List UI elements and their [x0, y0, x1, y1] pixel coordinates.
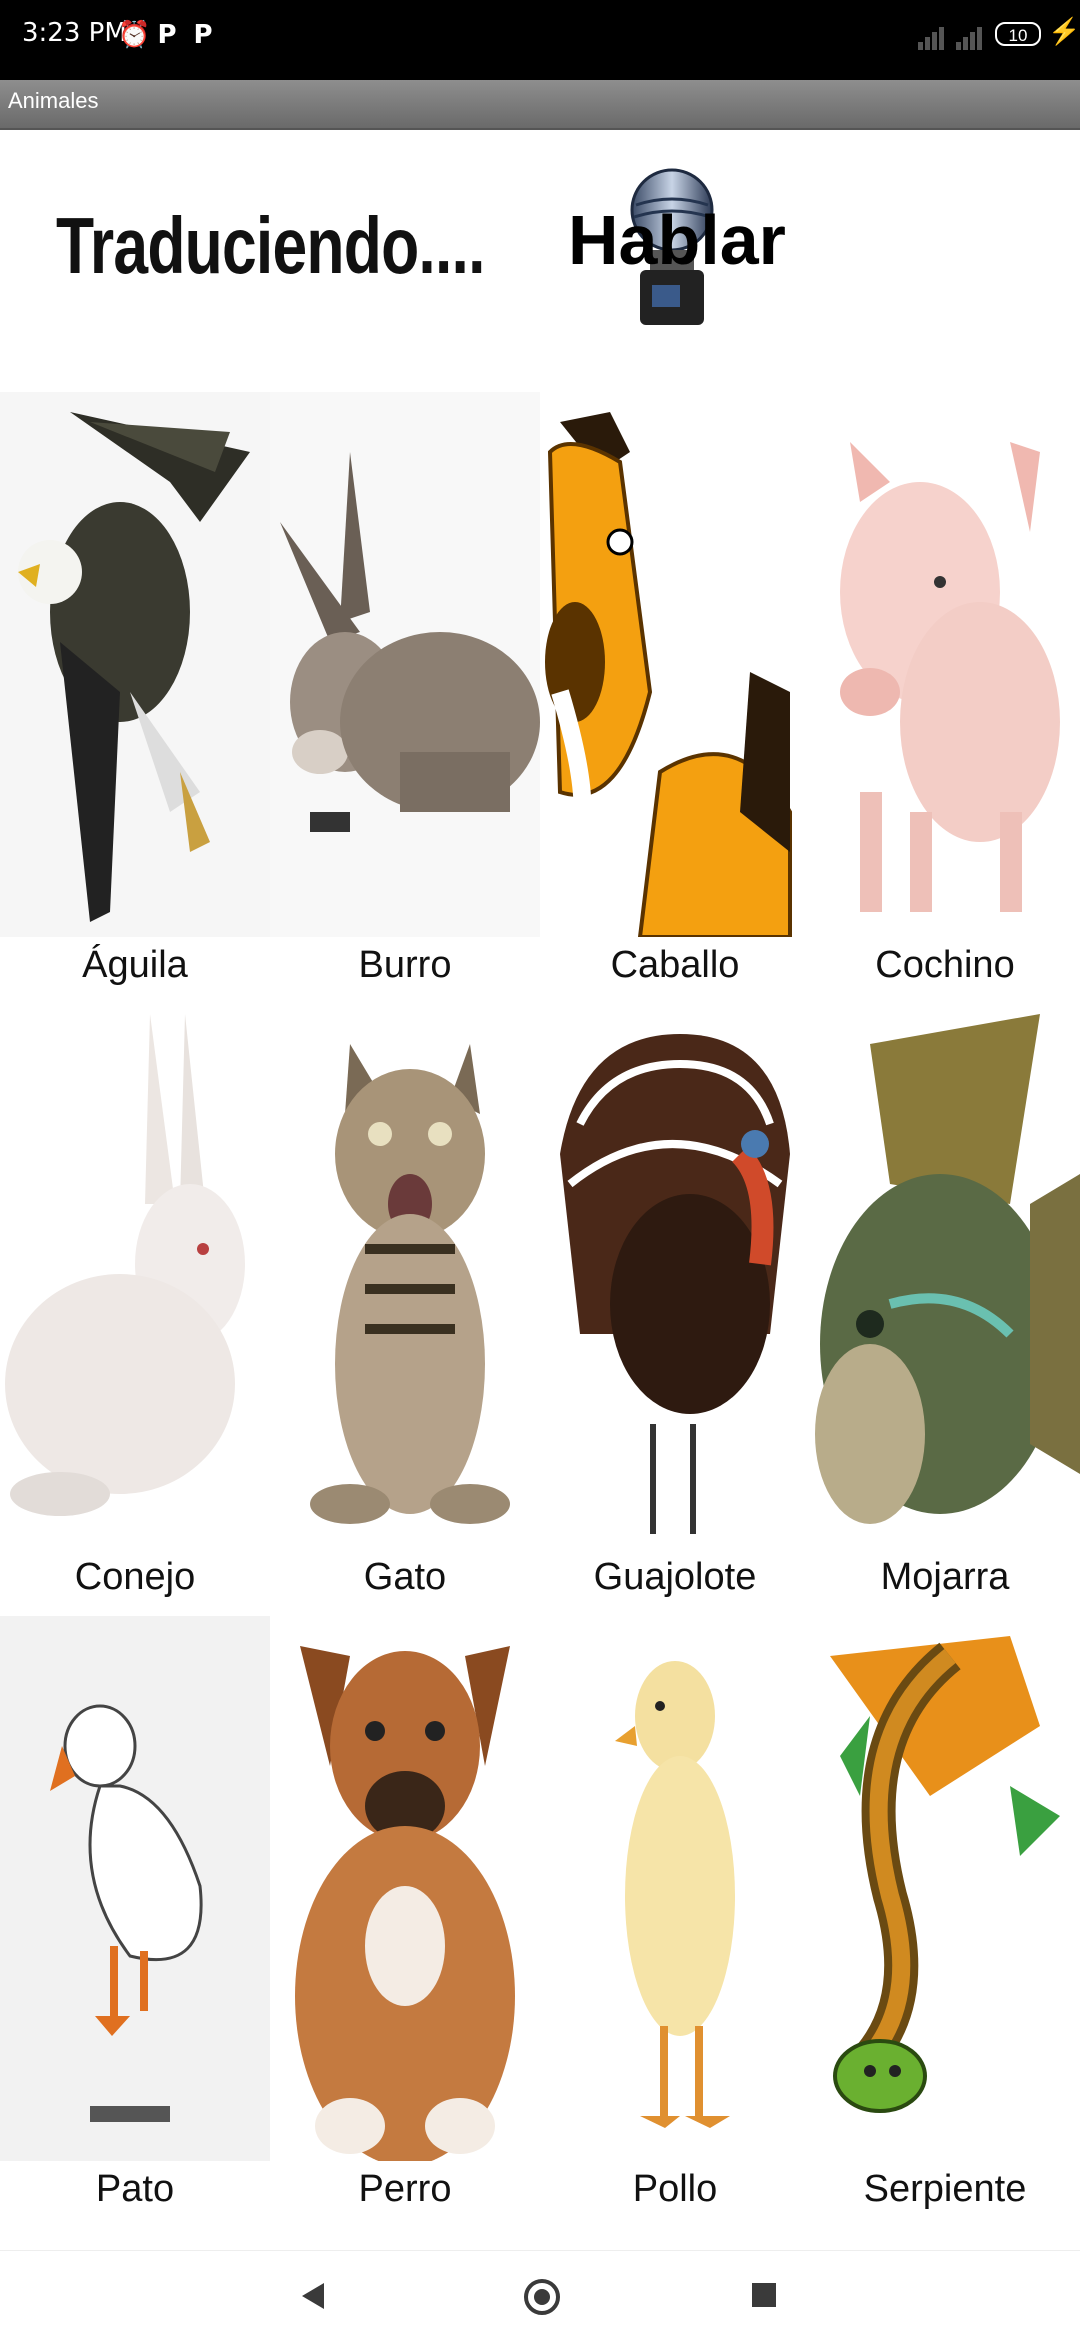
animal-card-caballo[interactable]: Caballo: [540, 392, 810, 1002]
animal-card-burro[interactable]: Burro: [270, 392, 540, 1002]
animal-card-cochino[interactable]: Cochino: [810, 392, 1080, 1002]
home-icon[interactable]: [524, 2279, 560, 2315]
animal-image: [540, 392, 810, 937]
animal-name: Burro: [358, 944, 452, 986]
alarm-icon: ⏰: [118, 20, 151, 50]
p-icon: P: [157, 20, 177, 50]
animal-image: [0, 392, 270, 937]
animal-grid: Águila Burro Caballo Cochino Conejo Gato…: [0, 392, 1080, 2232]
animal-image: [270, 392, 540, 937]
animal-image: [810, 1004, 1080, 1549]
animal-image: [0, 1004, 270, 1549]
animal-image: [270, 1004, 540, 1549]
charging-icon: ⚡: [1048, 16, 1080, 46]
animal-name: Gato: [363, 1556, 447, 1598]
animal-image: [0, 1616, 270, 2161]
animal-name: Serpiente: [863, 2168, 1027, 2210]
signal-icon: [956, 27, 982, 50]
translation-status: Traduciendo....: [56, 201, 485, 290]
animal-card-mojarra[interactable]: Mojarra: [810, 1004, 1080, 1614]
animal-name: Cochino: [875, 944, 1015, 986]
animal-card-serpiente[interactable]: Serpiente: [810, 1616, 1080, 2226]
animal-name: Guajolote: [593, 1556, 757, 1598]
signal-icon: [918, 27, 944, 50]
action-bar: Animales: [0, 80, 1080, 130]
animal-name: Perro: [358, 2168, 452, 2210]
speak-label: Hablar: [568, 201, 786, 279]
animal-card-gato[interactable]: Gato: [270, 1004, 540, 1614]
animal-card-perro[interactable]: Perro: [270, 1616, 540, 2226]
status-time: 3:23 PM: [22, 18, 127, 48]
p-icon: P: [193, 20, 213, 50]
status-bar: 3:23 PM ⏰ P P 10 ⚡: [0, 0, 1080, 80]
animal-name: Pato: [95, 2168, 175, 2210]
animal-name: Mojarra: [880, 1556, 1010, 1598]
animal-name: Águila: [82, 944, 188, 986]
animal-image: [810, 1616, 1080, 2161]
animal-card-guajolote[interactable]: Guajolote: [540, 1004, 810, 1614]
animal-card-aguila[interactable]: Águila: [0, 392, 270, 1002]
animal-image: [540, 1616, 810, 2161]
animal-image: [810, 392, 1080, 937]
animal-image: [270, 1616, 540, 2161]
navigation-bar: [0, 2250, 1080, 2341]
animal-image: [540, 1004, 810, 1549]
app-title: Animales: [8, 88, 99, 113]
recents-icon[interactable]: [752, 2283, 776, 2307]
animal-name: Caballo: [610, 944, 740, 986]
animal-name: Pollo: [632, 2168, 718, 2210]
animal-card-conejo[interactable]: Conejo: [0, 1004, 270, 1614]
animal-card-pato[interactable]: Pato: [0, 1616, 270, 2226]
animal-name: Conejo: [74, 1556, 196, 1598]
battery-indicator: 10: [995, 22, 1041, 46]
back-icon[interactable]: [302, 2283, 324, 2309]
speak-button[interactable]: Hablar: [560, 160, 800, 340]
animal-card-pollo[interactable]: Pollo: [540, 1616, 810, 2226]
